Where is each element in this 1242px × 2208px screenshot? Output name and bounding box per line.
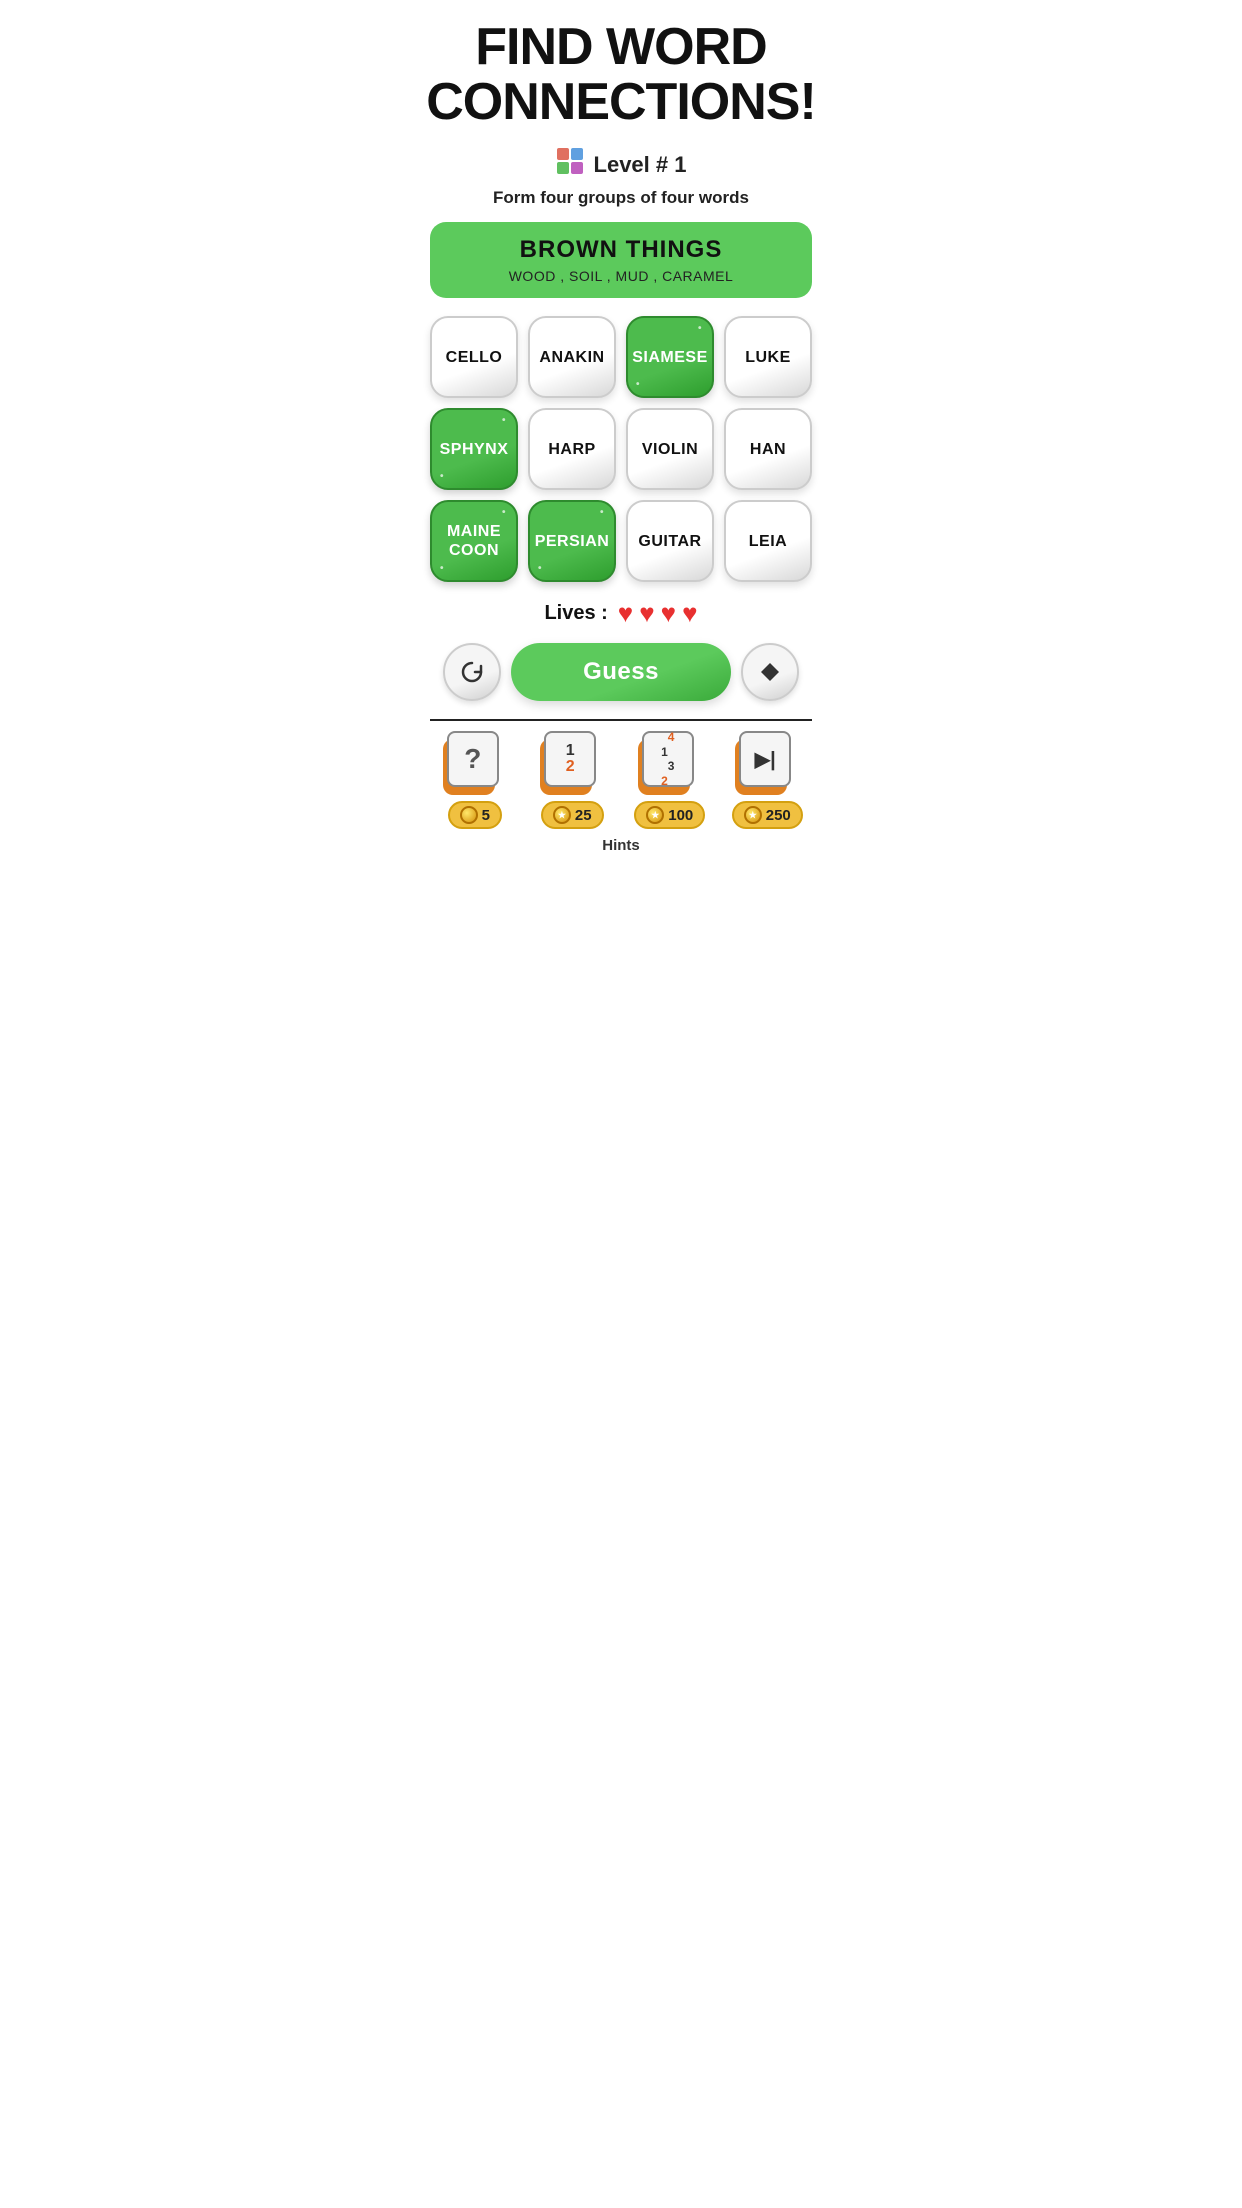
shuffle-button[interactable] bbox=[443, 643, 501, 701]
erase-button[interactable] bbox=[741, 643, 799, 701]
hint-skip-cost: ★ 250 bbox=[732, 801, 803, 829]
hints-grid: ? 5 1 2 ★ 25 bbox=[430, 731, 812, 829]
tile-5[interactable]: HARP bbox=[528, 408, 616, 490]
level-icon bbox=[556, 147, 584, 182]
coin-star-icon-3: ★ bbox=[744, 806, 762, 824]
tile-6[interactable]: VIOLIN bbox=[626, 408, 714, 490]
coin-star-icon: ★ bbox=[553, 806, 571, 824]
hint-swap-icon: 1 2 bbox=[544, 731, 596, 787]
hint-skip-icon: ▶| bbox=[739, 731, 791, 787]
hint-reveal-cost: 5 bbox=[448, 801, 502, 829]
lives-label: Lives : bbox=[544, 602, 607, 625]
heart-2: ♥ bbox=[639, 598, 654, 629]
hint-arrange-icon: 4 1 3 2 bbox=[642, 731, 694, 787]
coin-icon bbox=[460, 806, 478, 824]
hint-reveal-icon: ? bbox=[447, 731, 499, 787]
guess-button[interactable]: Guess bbox=[511, 643, 731, 701]
tile-2[interactable]: SIAMESE bbox=[626, 316, 714, 398]
tile-4[interactable]: SPHYNX bbox=[430, 408, 518, 490]
heart-4: ♥ bbox=[682, 598, 697, 629]
word-grid: CELLOANAKINSIAMESELUKE SPHYNXHARPVIOLINHA… bbox=[430, 316, 812, 582]
tile-7[interactable]: HAN bbox=[724, 408, 812, 490]
hearts-container: ♥ ♥ ♥ ♥ bbox=[618, 598, 698, 629]
tile-11[interactable]: LEIA bbox=[724, 500, 812, 582]
hint-skip[interactable]: ▶| ★ 250 bbox=[723, 731, 813, 829]
level-label: Level # 1 bbox=[594, 152, 687, 178]
coin-star-icon-2: ★ bbox=[646, 806, 664, 824]
instruction-text: Form four groups of four words bbox=[493, 188, 749, 208]
heart-1: ♥ bbox=[618, 598, 633, 629]
hint-swap[interactable]: 1 2 ★ 25 bbox=[528, 731, 618, 829]
solved-banner-words: WOOD , SOIL , MUD , CARAMEL bbox=[446, 268, 796, 284]
page-title: FIND WORD CONNECTIONS! bbox=[426, 20, 816, 129]
level-row: Level # 1 bbox=[556, 147, 687, 182]
tile-1[interactable]: ANAKIN bbox=[528, 316, 616, 398]
solved-banner-title: BROWN THINGS bbox=[446, 236, 796, 264]
tile-0[interactable]: CELLO bbox=[430, 316, 518, 398]
tile-10[interactable]: GUITAR bbox=[626, 500, 714, 582]
action-row: Guess bbox=[430, 643, 812, 701]
hints-label: Hints bbox=[430, 837, 812, 854]
lives-row: Lives : ♥ ♥ ♥ ♥ bbox=[544, 598, 697, 629]
hint-arrange[interactable]: 4 1 3 2 ★ 100 bbox=[625, 731, 715, 829]
tile-8[interactable]: MAINE COON bbox=[430, 500, 518, 582]
tile-3[interactable]: LUKE bbox=[724, 316, 812, 398]
tile-9[interactable]: PERSIAN bbox=[528, 500, 616, 582]
hint-arrange-cost: ★ 100 bbox=[634, 801, 705, 829]
hints-section: ? 5 1 2 ★ 25 bbox=[430, 719, 812, 854]
solved-banner: BROWN THINGS WOOD , SOIL , MUD , CARAMEL bbox=[430, 222, 812, 298]
hint-reveal[interactable]: ? 5 bbox=[430, 731, 520, 829]
heart-3: ♥ bbox=[661, 598, 676, 629]
hint-swap-cost: ★ 25 bbox=[541, 801, 604, 829]
